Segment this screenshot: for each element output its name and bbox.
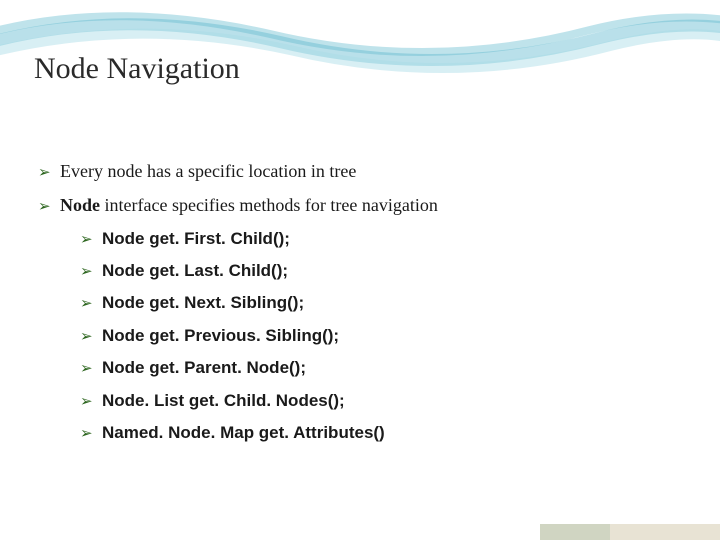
slide-title: Node Navigation <box>34 52 240 86</box>
method-signature: Node. List get. Child. Nodes(); <box>102 388 345 414</box>
footer-decoration <box>0 510 720 540</box>
sub-bullet-item: ➢Node get. Previous. Sibling(); <box>80 323 680 349</box>
sub-bullet-item: ➢Node. List get. Child. Nodes(); <box>80 388 680 414</box>
slide-content: ➢ Every node has a specific location in … <box>38 158 680 452</box>
bold-term: Node <box>60 195 100 215</box>
method-signature: Node get. Last. Child(); <box>102 258 288 284</box>
sub-bullet-item: ➢Node get. Parent. Node(); <box>80 355 680 381</box>
method-signature: Node get. Parent. Node(); <box>102 355 306 381</box>
bullet-text-rest: interface specifies methods for tree nav… <box>100 195 438 215</box>
bullet-arrow-icon: ➢ <box>38 161 60 184</box>
bullet-arrow-icon: ➢ <box>80 357 102 380</box>
sub-bullet-item: ➢Node get. Next. Sibling(); <box>80 290 680 316</box>
bullet-text: Every node has a specific location in tr… <box>60 158 356 186</box>
bullet-arrow-icon: ➢ <box>80 325 102 348</box>
bullet-arrow-icon: ➢ <box>80 260 102 283</box>
bullet-arrow-icon: ➢ <box>80 422 102 445</box>
method-signature: Node get. Previous. Sibling(); <box>102 323 339 349</box>
bullet-arrow-icon: ➢ <box>80 390 102 413</box>
method-signature: Node get. First. Child(); <box>102 226 290 252</box>
method-signature: Node get. Next. Sibling(); <box>102 290 304 316</box>
bullet-item: ➢ Every node has a specific location in … <box>38 158 680 186</box>
bullet-item: ➢ Node interface specifies methods for t… <box>38 192 680 220</box>
sub-bullet-item: ➢Node get. Last. Child(); <box>80 258 680 284</box>
bullet-arrow-icon: ➢ <box>80 292 102 315</box>
sub-bullet-item: ➢Named. Node. Map get. Attributes() <box>80 420 680 446</box>
method-signature: Named. Node. Map get. Attributes() <box>102 420 385 446</box>
bullet-arrow-icon: ➢ <box>38 195 60 218</box>
bullet-text: Node interface specifies methods for tre… <box>60 192 438 220</box>
sub-bullet-item: ➢Node get. First. Child(); <box>80 226 680 252</box>
bullet-arrow-icon: ➢ <box>80 228 102 251</box>
